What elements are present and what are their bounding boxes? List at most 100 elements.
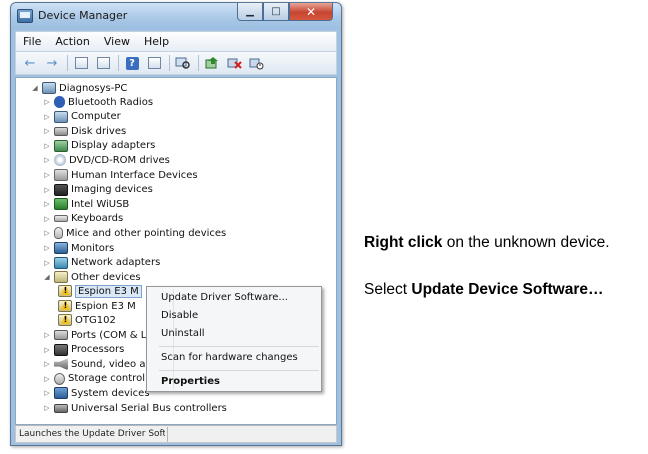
context-uninstall[interactable]: Uninstall (161, 326, 205, 341)
tree-item-espion-2[interactable]: Espion E3 M (56, 299, 136, 313)
minimize-button[interactable]: ▁ (237, 3, 263, 21)
action-pane-icon (147, 57, 161, 69)
expand-arrow-icon[interactable]: ▷ (42, 156, 52, 164)
expand-arrow-icon[interactable]: ▷ (42, 215, 52, 223)
tree-item-label: Universal Serial Bus controllers (71, 402, 227, 414)
expand-arrow-icon[interactable]: ▷ (42, 171, 52, 179)
title-bar[interactable]: Device Manager ▁ □ ✕ (11, 3, 341, 29)
tree-item[interactable]: ▷ Monitors (42, 241, 114, 255)
expand-arrow-icon[interactable]: ▷ (42, 331, 52, 339)
tree-root[interactable]: ◢ Diagnosys-PC (30, 81, 127, 95)
tree-item-label: Computer (71, 111, 121, 123)
uninstall-button[interactable] (224, 54, 244, 72)
collapse-arrow-icon[interactable]: ◢ (30, 84, 40, 92)
expand-arrow-icon[interactable]: ▷ (42, 113, 52, 121)
disk-drive-icon (54, 126, 68, 136)
instruction-right-click: Right click (364, 234, 443, 251)
collapse-arrow-icon[interactable]: ◢ (42, 273, 52, 281)
expand-arrow-icon[interactable]: ▷ (42, 244, 52, 252)
help-icon: ? (125, 56, 139, 70)
tree-item-label: Keyboards (71, 213, 124, 225)
tree-item[interactable]: ◢ Other devices (42, 270, 141, 284)
maximize-button[interactable]: □ (263, 3, 289, 21)
forward-button[interactable]: → (42, 54, 62, 72)
tree-item[interactable]: ▷ DVD/CD-ROM drives (42, 153, 170, 167)
menu-bar: File Action View Help (15, 31, 337, 51)
context-update-driver-software[interactable]: Update Driver Software... (161, 290, 288, 305)
tree-item-label: Processors (71, 344, 125, 356)
tree-item[interactable]: ▷ Human Interface Devices (42, 168, 198, 182)
tree-item[interactable]: ▷ Network adapters (42, 256, 160, 270)
toolbar-separator (67, 55, 68, 71)
tree-item[interactable]: ▷ Imaging devices (42, 183, 153, 197)
tree-item-otg102[interactable]: OTG102 (56, 313, 116, 327)
expand-arrow-icon[interactable]: ▷ (42, 259, 52, 267)
expand-arrow-icon[interactable]: ▷ (42, 404, 52, 412)
expand-arrow-icon[interactable]: ▷ (42, 186, 52, 194)
tree-item[interactable]: ▷ Processors (42, 343, 124, 357)
help-toolbar-button[interactable]: ? (122, 54, 142, 72)
menu-help[interactable]: Help (137, 35, 176, 48)
expand-arrow-icon[interactable]: ▷ (42, 360, 52, 368)
menu-view[interactable]: View (97, 35, 137, 48)
tree-item[interactable]: ▷ System devices (42, 386, 150, 400)
properties-icon (96, 57, 110, 69)
back-button[interactable]: ← (20, 54, 40, 72)
tree-item[interactable]: ▷ Ports (COM & L (42, 328, 146, 342)
hid-icon (54, 169, 68, 181)
tree-item-label: Human Interface Devices (71, 169, 198, 181)
tree-item-espion-1[interactable]: Espion E3 M (56, 284, 142, 298)
menu-file[interactable]: File (16, 35, 48, 48)
system-icon (54, 387, 68, 400)
expand-arrow-icon[interactable]: ▷ (42, 389, 52, 397)
context-scan-hardware[interactable]: Scan for hardware changes (161, 350, 298, 365)
expand-arrow-icon[interactable]: ▷ (42, 346, 52, 354)
tree-item[interactable]: ▷ Disk drives (42, 124, 126, 138)
unknown-device-warning-icon (58, 300, 72, 312)
scan-hardware-icon (175, 57, 190, 69)
status-text: Launches the Update Driver Softv (19, 429, 165, 439)
context-properties[interactable]: Properties (161, 374, 220, 389)
close-button[interactable]: ✕ (289, 3, 333, 21)
bluetooth-icon (54, 96, 65, 108)
dvd-icon (54, 154, 66, 167)
action-pane-button[interactable] (144, 54, 164, 72)
update-driver-button[interactable] (202, 54, 222, 72)
ports-icon (54, 330, 68, 340)
tree-item[interactable]: ▷ Sound, video ar (42, 357, 150, 371)
tree-item[interactable]: ▷ Keyboards (42, 212, 123, 226)
toolbar-separator (198, 55, 199, 71)
properties-toolbar-button[interactable] (93, 54, 113, 72)
tree-item[interactable]: ▷ Computer (42, 110, 121, 124)
expand-arrow-icon[interactable]: ▷ (42, 375, 52, 383)
scan-hardware-button[interactable] (173, 54, 193, 72)
expand-arrow-icon[interactable]: ▷ (42, 127, 52, 135)
expand-arrow-icon[interactable]: ▷ (42, 229, 52, 237)
tree-root-label: Diagnosys-PC (59, 82, 128, 94)
tree-item[interactable]: ▷ Mice and other pointing devices (42, 226, 226, 240)
disable-button[interactable] (246, 54, 266, 72)
context-menu: Update Driver Software... Disable Uninst… (146, 286, 322, 392)
toolbar-separator (118, 55, 119, 71)
expand-arrow-icon[interactable]: ▷ (42, 98, 52, 106)
status-divider (167, 427, 168, 442)
tree-item[interactable]: ▷ Storage control (42, 372, 145, 386)
tree-item-label: Network adapters (71, 257, 161, 269)
tree-item[interactable]: ▷ Intel WiUSB (42, 197, 129, 211)
tree-item[interactable]: ▷ Bluetooth Radios (42, 95, 153, 109)
console-tree-icon (74, 57, 88, 69)
instruction-update-device-software: Update Device Software… (411, 281, 604, 298)
tree-item-label: Disk drives (71, 125, 127, 137)
toolbar: ← → ? (15, 51, 337, 75)
tree-item[interactable]: ▷ Display adapters (42, 139, 155, 153)
mouse-icon (54, 227, 63, 240)
tree-item[interactable]: ▷ Universal Serial Bus controllers (42, 401, 227, 415)
tree-item-label: Other devices (71, 271, 141, 283)
device-manager-icon (17, 9, 33, 23)
menu-action[interactable]: Action (48, 35, 96, 48)
expand-arrow-icon[interactable]: ▷ (42, 142, 52, 150)
context-disable[interactable]: Disable (161, 308, 198, 323)
expand-arrow-icon[interactable]: ▷ (42, 200, 52, 208)
show-hide-console-tree-button[interactable] (71, 54, 91, 72)
context-separator (159, 346, 319, 347)
